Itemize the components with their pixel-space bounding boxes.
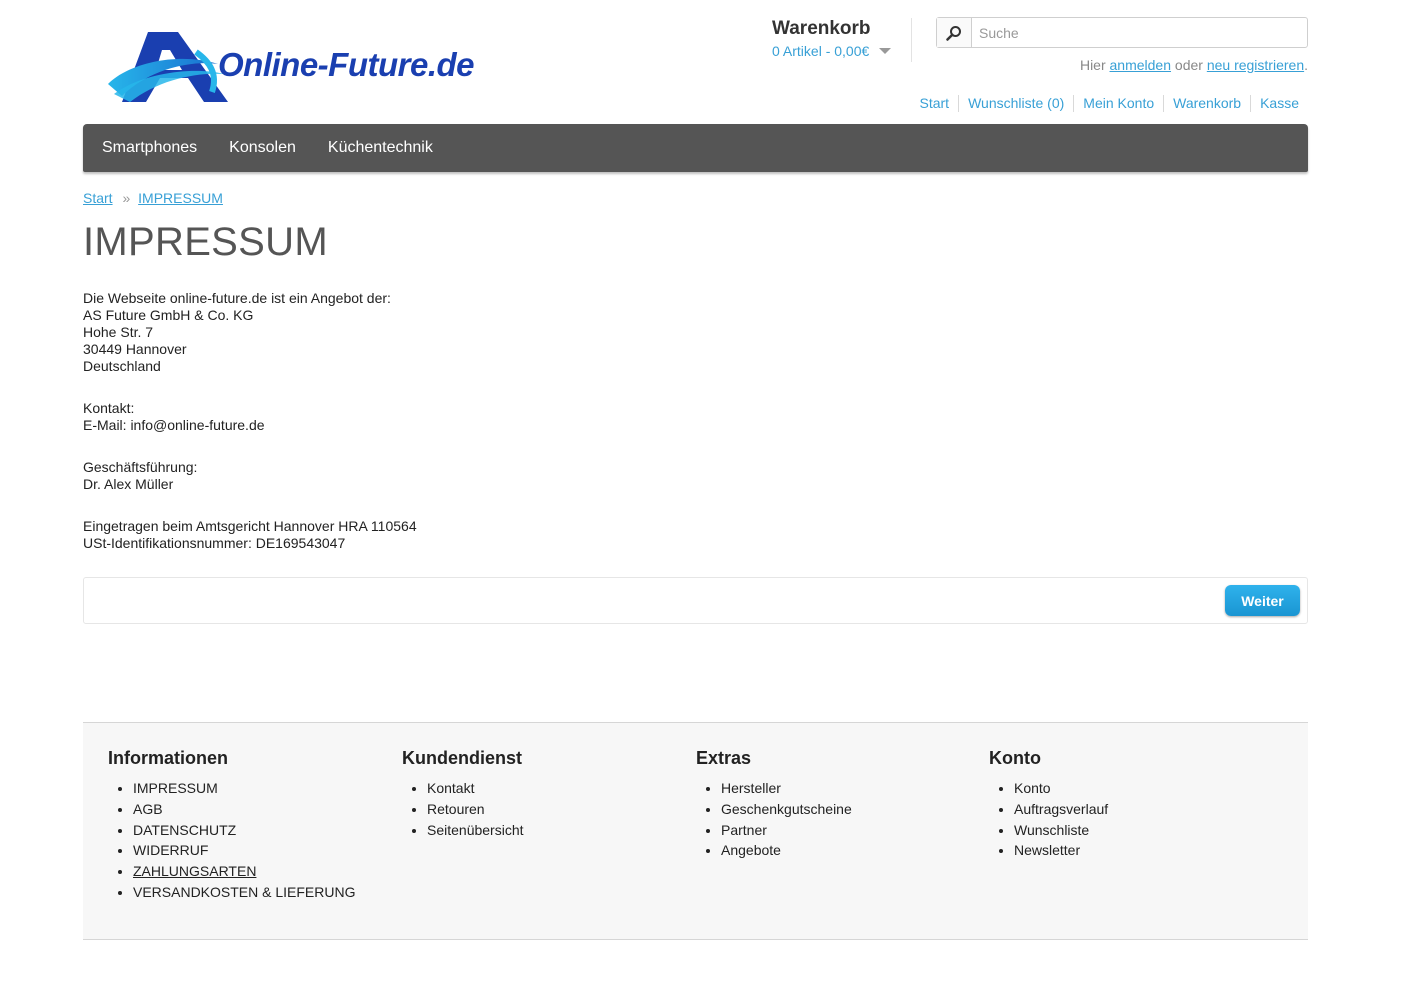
- footer-col-informationen: Informationen IMPRESSUM AGB DATENSCHUTZ …: [108, 747, 356, 903]
- management-block: Geschäftsführung: Dr. Alex Müller: [83, 459, 417, 493]
- footer-link-versandkosten[interactable]: VERSANDKOSTEN & LIEFERUNG: [133, 884, 356, 900]
- top-link-wishlist[interactable]: Wunschliste (0): [958, 95, 1073, 112]
- login-prefix: Hier: [1079, 57, 1106, 73]
- cart-title: Warenkorb: [772, 18, 871, 39]
- address-block: Die Webseite online-future.de ist ein An…: [83, 290, 417, 375]
- register-block: Eingetragen beim Amtsgericht Hannover HR…: [83, 518, 417, 552]
- footer-link-wunschliste[interactable]: Wunschliste: [1014, 822, 1089, 838]
- top-link-start[interactable]: Start: [911, 95, 959, 112]
- footer-link-retouren[interactable]: Retouren: [427, 801, 485, 817]
- page-title: IMPRESSUM: [83, 220, 328, 264]
- cart-widget[interactable]: Warenkorb 0 Artikel - 0,00€: [772, 18, 912, 62]
- main-nav: Smartphones Konsolen Küchentechnik: [83, 124, 1308, 172]
- footer-link-datenschutz[interactable]: DATENSCHUTZ: [133, 822, 236, 838]
- nav-item-smartphones[interactable]: Smartphones: [86, 124, 213, 172]
- footer-link-widerruf[interactable]: WIDERRUF: [133, 842, 208, 858]
- footer-link-zahlungsarten[interactable]: ZAHLUNGSARTEN: [133, 863, 256, 879]
- register-text: Eingetragen beim Amtsgericht Hannover HR…: [83, 518, 417, 534]
- country: Deutschland: [83, 358, 161, 374]
- top-link-checkout[interactable]: Kasse: [1250, 95, 1308, 112]
- top-link-account[interactable]: Mein Konto: [1073, 95, 1163, 112]
- footer-link-hersteller[interactable]: Hersteller: [721, 780, 781, 796]
- footer: Informationen IMPRESSUM AGB DATENSCHUTZ …: [83, 722, 1308, 940]
- logo-text: Online-Future.de: [218, 46, 475, 83]
- footer-heading-informationen: Informationen: [108, 748, 228, 768]
- footer-heading-extras: Extras: [696, 748, 752, 768]
- contact-block: Kontakt: E-Mail: info@online-future.de: [83, 400, 417, 434]
- search-box: [936, 17, 1308, 48]
- login-middle: oder: [1174, 57, 1203, 73]
- footer-link-kontakt[interactable]: Kontakt: [427, 780, 474, 796]
- footer-link-gutscheine[interactable]: Geschenkgutscheine: [721, 801, 852, 817]
- footer-link-konto[interactable]: Konto: [1014, 780, 1051, 796]
- login-suffix: .: [1304, 57, 1308, 73]
- login-prompt: Hier anmelden oder neu registrieren.: [1080, 57, 1308, 73]
- company-name: AS Future GmbH & Co. KG: [83, 307, 254, 323]
- top-link-cart[interactable]: Warenkorb: [1163, 95, 1250, 112]
- caret-down-icon: [879, 48, 892, 54]
- footer-link-newsletter[interactable]: Newsletter: [1014, 842, 1080, 858]
- breadcrumb: Start » IMPRESSUM: [83, 190, 223, 206]
- site-logo[interactable]: Online-Future.de: [100, 22, 480, 110]
- footer-link-agb[interactable]: AGB: [133, 801, 163, 817]
- breadcrumb-home[interactable]: Start: [83, 190, 113, 206]
- footer-link-partner[interactable]: Partner: [721, 822, 767, 838]
- continue-button[interactable]: Weiter: [1225, 585, 1300, 616]
- cart-summary-link[interactable]: 0 Artikel - 0,00€: [772, 43, 892, 59]
- manager-name: Dr. Alex Müller: [83, 476, 174, 492]
- nav-item-kuechentechnik[interactable]: Küchentechnik: [312, 124, 449, 172]
- register-link[interactable]: neu registrieren: [1207, 57, 1304, 73]
- cart-summary: 0 Artikel - 0,00€: [772, 43, 870, 59]
- footer-link-impressum[interactable]: IMPRESSUM: [133, 780, 218, 796]
- footer-link-auftragsverlauf[interactable]: Auftragsverlauf: [1014, 801, 1108, 817]
- footer-heading-konto: Konto: [989, 748, 1041, 768]
- impressum-content: Die Webseite online-future.de ist ein An…: [83, 290, 417, 577]
- breadcrumb-current[interactable]: IMPRESSUM: [138, 190, 223, 206]
- button-bar: Weiter: [83, 577, 1308, 624]
- footer-col-extras: Extras Hersteller Geschenkgutscheine Par…: [696, 747, 852, 861]
- street: Hohe Str. 7: [83, 324, 154, 340]
- search-icon: [946, 25, 961, 41]
- contact-label: Kontakt:: [83, 400, 135, 416]
- footer-link-sitemap[interactable]: Seitenübersicht: [427, 822, 524, 838]
- breadcrumb-separator: »: [122, 190, 131, 206]
- contact-email: E-Mail: info@online-future.de: [83, 417, 265, 433]
- footer-col-kundendienst: Kundendienst Kontakt Retouren Seitenüber…: [402, 747, 524, 840]
- nav-item-konsolen[interactable]: Konsolen: [213, 124, 312, 172]
- footer-heading-kundendienst: Kundendienst: [402, 748, 522, 768]
- city: 30449 Hannover: [83, 341, 187, 357]
- intro-text: Die Webseite online-future.de ist ein An…: [83, 290, 391, 306]
- footer-col-konto: Konto Konto Auftragsverlauf Wunschliste …: [989, 747, 1108, 861]
- vat-text: USt-Identifikationsnummer: DE169543047: [83, 535, 346, 551]
- search-button[interactable]: [937, 18, 972, 47]
- top-links: Start Wunschliste (0) Mein Konto Warenko…: [911, 95, 1309, 112]
- search-input[interactable]: [972, 18, 1307, 47]
- login-link[interactable]: anmelden: [1110, 57, 1172, 73]
- footer-link-angebote[interactable]: Angebote: [721, 842, 781, 858]
- management-label: Geschäftsführung:: [83, 459, 198, 475]
